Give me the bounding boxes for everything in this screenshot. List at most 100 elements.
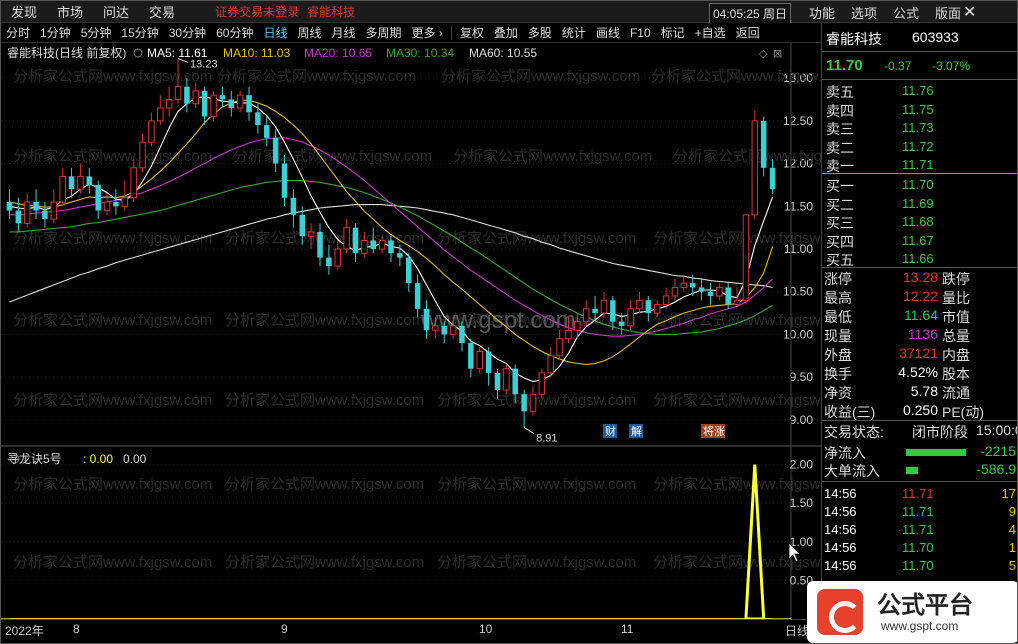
price-change-pct: -3.07%: [932, 59, 971, 73]
candle-body-down: [317, 231, 323, 258]
stat-label: 最高: [824, 290, 852, 306]
menu-formula[interactable]: 公式: [893, 3, 919, 22]
annotation-text: 解: [631, 424, 642, 438]
watermark-tile: 分析家公式网www.fxjgsw.com: [651, 68, 821, 85]
stock-code: 603933: [912, 29, 959, 45]
candle-body-down: [264, 125, 270, 138]
candle-body-down: [512, 368, 518, 395]
period-tab-9[interactable]: 多周期: [361, 24, 407, 41]
flow-bar: [906, 449, 966, 456]
trade-volume: 17: [1001, 486, 1016, 501]
stat-row: 换手 4.52% 股本: [822, 364, 1017, 383]
period-tab-7[interactable]: 周线: [292, 24, 326, 41]
candle-body-down: [299, 214, 306, 237]
kline-chart[interactable]: 9.009.5010.0010.5011.0011.5012.0012.5013…: [1, 43, 821, 621]
bid-level-2[interactable]: 买二 11.69: [822, 194, 1017, 213]
toolbar-action-2[interactable]: 多股: [523, 24, 557, 41]
toolbar-action-4[interactable]: 画线: [591, 24, 625, 41]
candle-body-up: [23, 201, 31, 224]
period-tab-4[interactable]: 30分钟: [164, 24, 211, 41]
clock: 04:05:25 周日: [709, 3, 792, 24]
candle-body-down: [228, 99, 235, 108]
ask-level-2[interactable]: 卖二 11.72: [822, 137, 1017, 156]
stat-row: 净资 5.78 流通: [822, 383, 1017, 402]
trade-time: 14:56: [824, 504, 857, 519]
diamond-icon: ◇: [759, 48, 768, 60]
ask-level-1[interactable]: 卖一 11.71: [822, 155, 1017, 174]
period-tab-0[interactable]: 分时: [1, 24, 35, 41]
period-tab-2[interactable]: 5分钟: [76, 24, 117, 41]
flow-bar: [906, 467, 918, 474]
toolbar-action-0[interactable]: 复权: [455, 24, 489, 41]
login-warning[interactable]: 证券交易未登录: [215, 3, 299, 20]
ask-level-3[interactable]: 卖三 11.73: [822, 118, 1017, 137]
candle-body-down: [769, 167, 776, 190]
candle-body-down: [326, 257, 332, 267]
bid-level-3[interactable]: 买三 11.68: [822, 212, 1017, 231]
candle-body-up: [476, 351, 483, 370]
toolbar-action-8[interactable]: 返回: [731, 24, 765, 41]
y-tick-label: 9.00: [790, 413, 814, 427]
candle-body-down: [95, 184, 101, 211]
gspt-logo-icon: [817, 589, 863, 635]
period-tab-8[interactable]: 月线: [327, 24, 361, 41]
menu-trade[interactable]: 交易: [139, 2, 185, 21]
menu-market[interactable]: 市场: [47, 2, 93, 21]
trade-time: 14:56: [824, 540, 857, 555]
candle-body-up: [139, 141, 146, 169]
candle-body-down: [370, 240, 377, 249]
watermark-tile: 分析家公式网www.fxjgsw.com: [13, 392, 212, 409]
trade-status-label: 交易状态:: [824, 424, 884, 440]
candle-body-down: [42, 210, 48, 220]
bid-level-4[interactable]: 买四 11.67: [822, 231, 1017, 250]
trade-price: 11.70: [902, 540, 934, 555]
watermark-tile: 分析家公式网www.fxjgsw.com: [225, 392, 424, 409]
toolbar-action-1[interactable]: 叠加: [489, 24, 523, 41]
bid-level-1[interactable]: 买一 11.70: [822, 175, 1017, 194]
indicator-y-tick: 2.00: [790, 458, 814, 472]
trade-volume: 4: [1008, 522, 1016, 537]
candle-body-up: [148, 120, 155, 143]
trade-price: 11.71: [902, 522, 934, 537]
period-tab-1[interactable]: 1分钟: [35, 24, 76, 41]
toolbar-action-6[interactable]: 标记: [656, 24, 690, 41]
ask-level-5[interactable]: 卖五 11.76: [822, 81, 1017, 100]
period-label[interactable]: 日线: [785, 622, 809, 639]
candle-body-down: [707, 291, 714, 296]
period-tab-6[interactable]: 日线: [258, 24, 292, 41]
ask-level-4[interactable]: 卖四 11.75: [822, 100, 1017, 119]
bid-level-5[interactable]: 买五 11.66: [822, 249, 1017, 268]
ma20-label: MA20: 10.65: [304, 46, 372, 60]
menu-layout[interactable]: 版面: [935, 3, 961, 22]
stat-value: 1136: [907, 326, 938, 342]
menu-function[interactable]: 功能: [809, 3, 835, 22]
trade-time: 14:56: [824, 486, 857, 501]
stat-label-2: 股本: [942, 366, 970, 382]
toolbar-action-3[interactable]: 统计: [557, 24, 591, 41]
toolbar-action-5[interactable]: F10: [625, 26, 656, 40]
flow-value: -586.9: [976, 461, 1016, 477]
candle-body-up: [636, 299, 643, 310]
candle-body-down: [246, 95, 252, 113]
close-icon[interactable]: ✕: [963, 2, 976, 22]
order-level-price: 11.75: [902, 101, 934, 117]
menu-discover[interactable]: 发现: [1, 2, 47, 21]
trade-price: 11.71: [902, 504, 934, 519]
trade-status-value: 闭市阶段: [912, 424, 968, 440]
candle-body-up: [130, 167, 137, 199]
period-tab-5[interactable]: 60分钟: [211, 24, 258, 41]
divider: [822, 267, 1017, 268]
candle-body-down: [698, 287, 705, 292]
candle-body-up: [157, 107, 164, 122]
candle-body-down: [423, 308, 430, 331]
toolbar-action-7[interactable]: +自选: [690, 24, 731, 41]
menu-wenda[interactable]: 问达: [93, 2, 139, 21]
order-level-price: 11.71: [902, 157, 934, 172]
period-tab-3[interactable]: 15分钟: [116, 24, 163, 41]
candle-body-up: [59, 175, 66, 203]
candle-body-down: [618, 321, 625, 326]
watermark-tile: 分析家公式网www.fxjgsw.com: [13, 476, 212, 493]
menu-options[interactable]: 选项: [851, 3, 877, 22]
y-tick-label: 11.50: [784, 199, 813, 213]
period-tab-10[interactable]: 更多 ›: [407, 24, 448, 41]
